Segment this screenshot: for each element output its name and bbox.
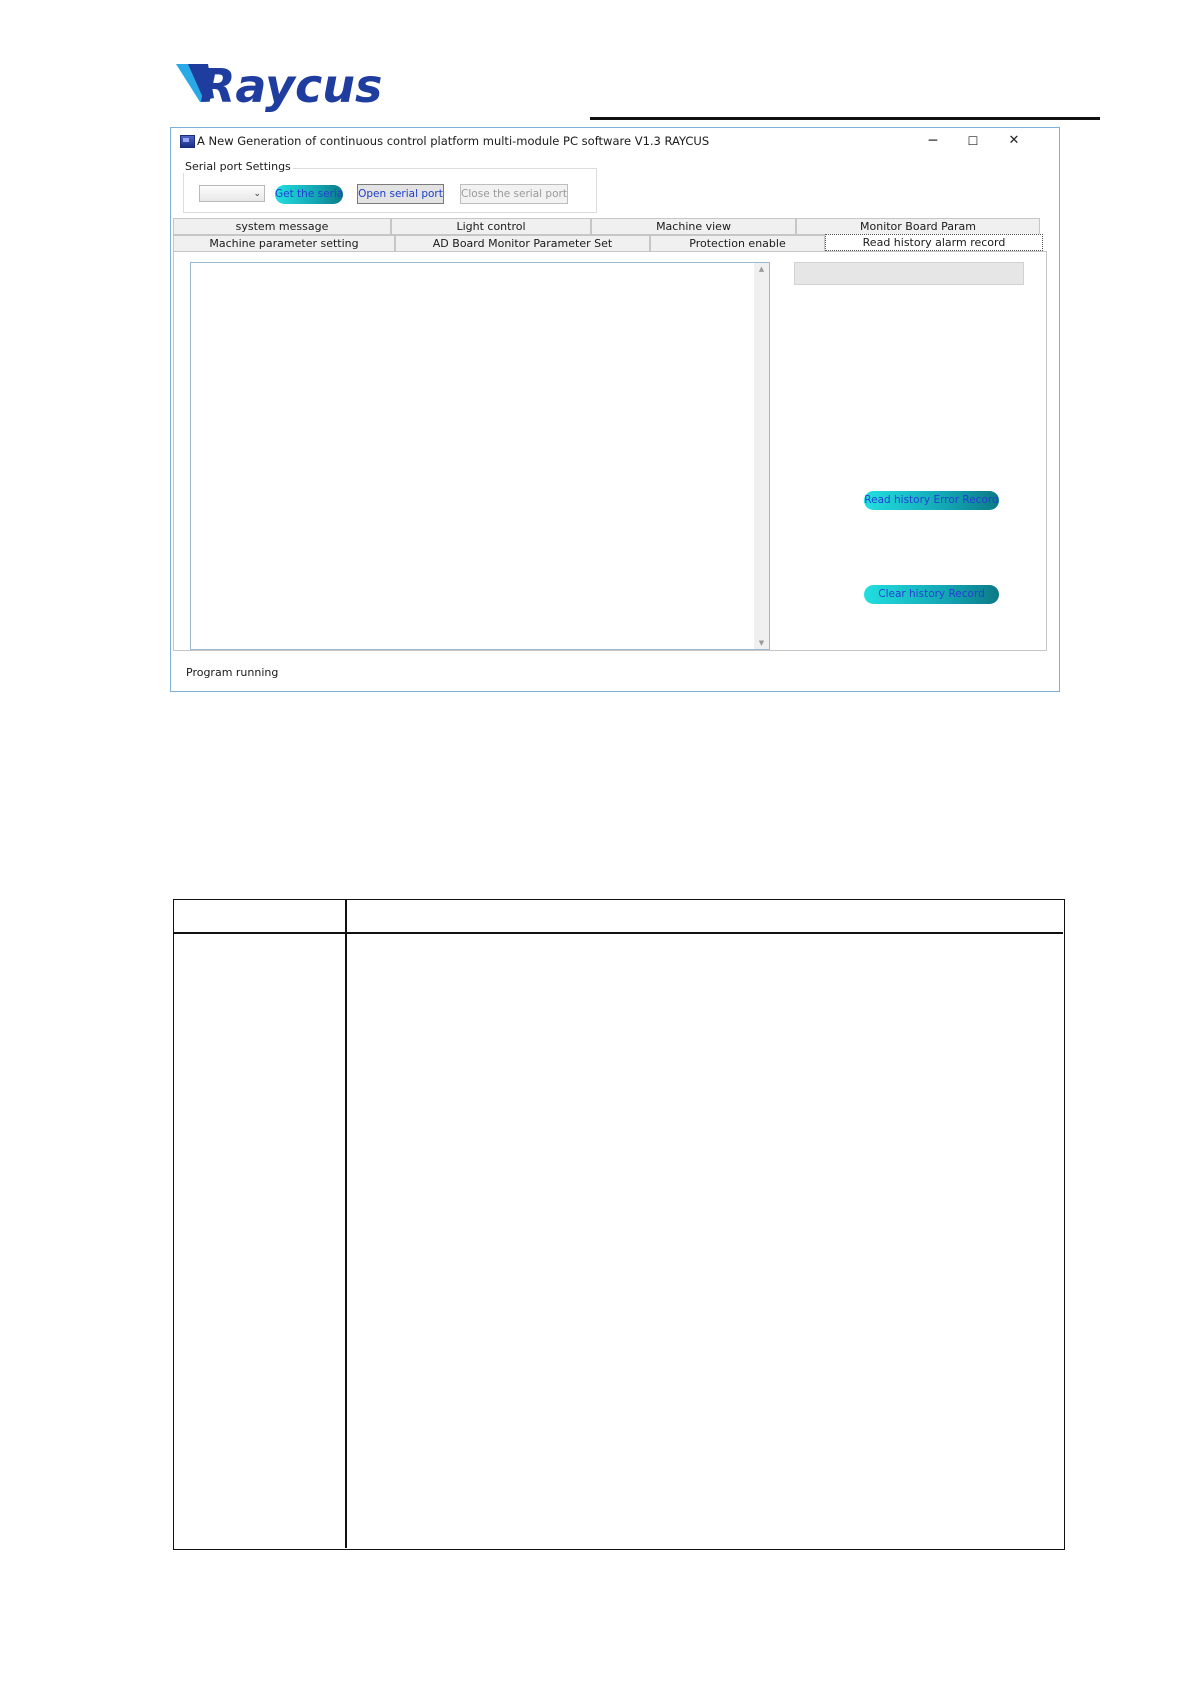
window-title: A New Generation of continuous control p… [197, 134, 710, 148]
open-serial-port-button[interactable]: Open serial port [357, 184, 444, 204]
tab-machine-view[interactable]: Machine view [591, 218, 796, 235]
table-header-divider [174, 932, 1063, 934]
tab-machine-parameter-setting[interactable]: Machine parameter setting [173, 235, 395, 252]
history-alarm-panel: ▲ ▼ Read history Error Record Clear hist… [173, 251, 1047, 651]
header-rule [590, 117, 1100, 120]
history-list-scrollbar[interactable]: ▲ ▼ [754, 263, 769, 649]
table-column-divider [345, 900, 347, 1548]
scroll-up-icon[interactable]: ▲ [754, 265, 769, 273]
tab-protection-enable[interactable]: Protection enable [650, 235, 825, 252]
tab-monitor-board-param[interactable]: Monitor Board Param [796, 218, 1040, 235]
logo-wordmark: Raycus [200, 59, 382, 113]
maximize-icon[interactable]: ☐ [953, 130, 993, 152]
tab-light-control[interactable]: Light control [391, 218, 591, 235]
app-window-icon [180, 135, 195, 148]
chevron-down-icon: ⌄ [253, 189, 261, 199]
minimize-icon[interactable]: ─ [913, 130, 953, 152]
serial-port-select[interactable]: ⌄ [199, 185, 265, 202]
raycus-logo: Raycus [174, 58, 414, 120]
close-icon[interactable]: ✕ [994, 130, 1034, 152]
clear-history-record-button[interactable]: Clear history Record [864, 585, 999, 604]
serial-port-legend: Serial port Settings [183, 160, 293, 173]
get-serial-button[interactable]: Get the serial [275, 185, 343, 204]
record-text-field[interactable] [794, 262, 1024, 285]
scroll-down-icon[interactable]: ▼ [754, 639, 769, 647]
close-serial-port-button[interactable]: Close the serial port [460, 184, 568, 204]
read-history-error-record-button[interactable]: Read history Error Record [864, 491, 999, 510]
document-table [173, 899, 1065, 1550]
tab-system-message[interactable]: system message [173, 218, 391, 235]
tab-ad-board-monitor-parameter-set[interactable]: AD Board Monitor Parameter Set [395, 235, 650, 252]
app-window: A New Generation of continuous control p… [170, 127, 1060, 692]
tab-read-history-alarm-record[interactable]: Read history alarm record [825, 234, 1043, 251]
history-record-list[interactable]: ▲ ▼ [190, 262, 770, 650]
status-text: Program running [186, 666, 279, 679]
title-bar[interactable]: A New Generation of continuous control p… [171, 128, 1059, 156]
